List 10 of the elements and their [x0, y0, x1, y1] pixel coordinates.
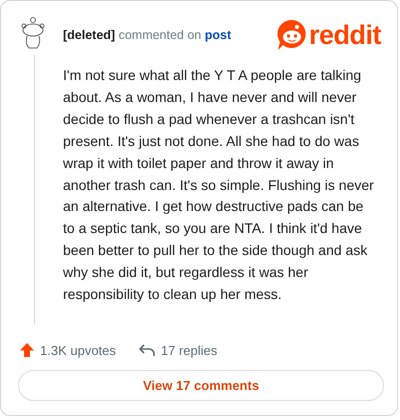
- post-link[interactable]: post: [204, 28, 232, 42]
- reply-count: 17 replies: [160, 342, 218, 358]
- upvote-count: 1.3K upvotes: [40, 342, 116, 358]
- comment-body: I'm not sure what all the Y T A people are talking about. As a woman, I have never and will never decide to flush a pad whenever a trashcan isn't present. It's just not done. All she had to do was wrap it with toilet paper and throw it away in another trash can. It's so simple. Flushing is never an alternative. I get how destructive pads can be to a septic tank, so you are NTA. I think it'd have been better to pull her to the side though and ask why she did it, but regardless it was her responsibility to clean up her mess.: [63, 66, 375, 304]
- reply-icon[interactable]: [138, 342, 156, 358]
- view-comments-button[interactable]: View 17 comments: [18, 370, 384, 401]
- mascot-icon: [276, 19, 307, 51]
- comment-header: [deleted] commented on post: [63, 28, 232, 42]
- reddit-wordmark: reddit: [308, 20, 381, 50]
- upvote-icon[interactable]: [19, 342, 35, 358]
